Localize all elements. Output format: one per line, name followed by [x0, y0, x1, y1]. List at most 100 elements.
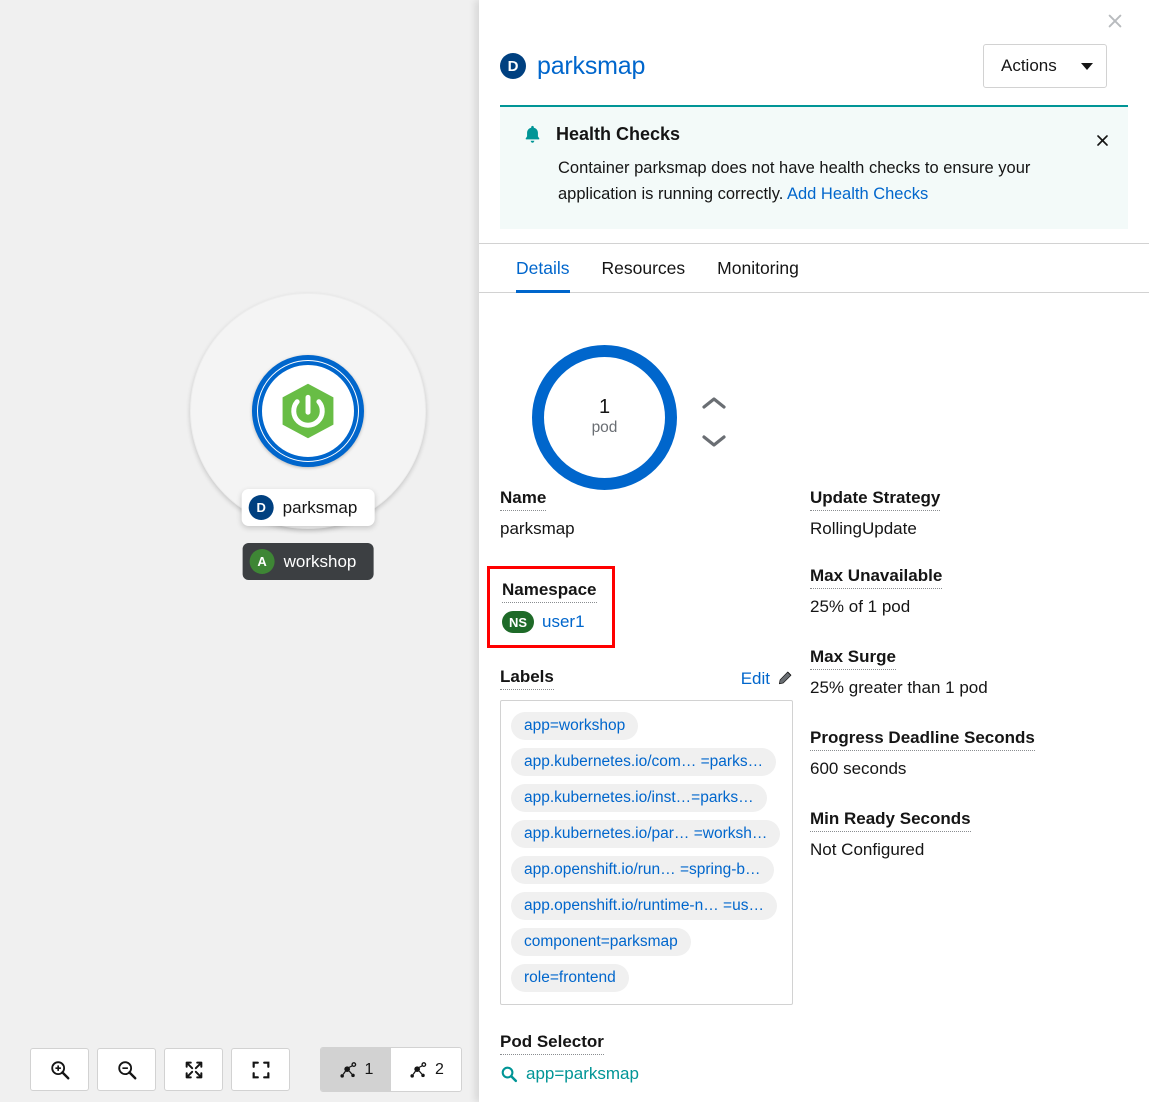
zoom-in-icon	[49, 1059, 71, 1081]
labels-header: Labels Edit	[500, 667, 793, 690]
edit-labels-label: Edit	[741, 669, 770, 689]
field-max-surge: Max Surge 25% greater than 1 pod	[810, 647, 1128, 698]
label-chip[interactable]: component=parksmap	[511, 928, 691, 956]
alert-close-button[interactable]	[1092, 130, 1112, 150]
label-chip[interactable]: app.kubernetes.io/par… =worksh…	[511, 820, 780, 848]
close-icon	[1095, 133, 1110, 148]
spring-boot-icon	[277, 380, 339, 442]
actions-button-label: Actions	[1001, 56, 1057, 76]
field-update-strategy-value: RollingUpdate	[810, 519, 1128, 539]
label-chip[interactable]: app.openshift.io/run… =spring-b…	[511, 856, 774, 884]
resource-badge-namespace: NS	[502, 611, 534, 633]
field-name: Name parksmap	[500, 488, 810, 539]
tab-resources[interactable]: Resources	[586, 244, 702, 293]
application-name: workshop	[284, 552, 357, 572]
topology-canvas[interactable]: D parksmap A workshop	[0, 0, 479, 1102]
pencil-icon	[776, 670, 793, 687]
field-name-value: parksmap	[500, 519, 810, 539]
tab-resources-label: Resources	[602, 258, 686, 279]
bell-icon	[522, 124, 543, 145]
pod-ring-chart[interactable]: 1 pod	[532, 345, 677, 490]
field-namespace-highlighted: Namespace NS user1	[487, 566, 615, 648]
details-tab-content: 1 pod Name parksmap	[479, 293, 1149, 488]
field-max-surge-value: 25% greater than 1 pod	[810, 678, 1128, 698]
field-namespace-value: NS user1	[502, 611, 598, 633]
field-min-ready-seconds-value: Not Configured	[810, 840, 1128, 860]
field-max-unavailable-label: Max Unavailable	[810, 566, 942, 589]
chevron-up-icon[interactable]	[700, 395, 728, 411]
label-chip[interactable]: app=workshop	[511, 712, 638, 740]
field-min-ready-seconds-label: Min Ready Seconds	[810, 809, 971, 832]
label-chip[interactable]: app.kubernetes.io/inst…=parks…	[511, 784, 767, 812]
zoom-in-button[interactable]	[30, 1048, 89, 1091]
add-health-checks-link[interactable]: Add Health Checks	[787, 185, 928, 203]
topology-group-count-2: 2	[435, 1061, 444, 1079]
app-root: D parksmap A workshop	[0, 0, 1149, 1102]
health-checks-alert: Health Checks Container parksmap does no…	[500, 105, 1128, 229]
topology-group-toggle-2[interactable]: 2	[391, 1048, 461, 1091]
field-progress-deadline: Progress Deadline Seconds 600 seconds	[810, 728, 1128, 779]
search-icon	[500, 1065, 518, 1083]
panel-header: D parksmap Actions	[500, 40, 1128, 92]
namespace-link[interactable]: user1	[542, 612, 585, 632]
topology-group-count-1: 1	[365, 1061, 374, 1079]
side-panel: D parksmap Actions Health Checks	[479, 0, 1149, 1102]
details-column-right: Update Strategy RollingUpdate Max Unavai…	[810, 488, 1128, 887]
page-title[interactable]: parksmap	[537, 52, 645, 81]
fit-to-screen-icon	[183, 1059, 205, 1081]
zoom-out-icon	[116, 1059, 138, 1081]
field-pod-selector: Pod Selector app=parksmap	[500, 1032, 810, 1084]
tab-details[interactable]: Details	[500, 244, 586, 293]
pod-scale-steppers[interactable]	[700, 395, 728, 449]
tab-details-label: Details	[516, 258, 570, 279]
expand-button[interactable]	[231, 1048, 290, 1091]
panel-tabs[interactable]: Details Resources Monitoring	[479, 243, 1149, 293]
alert-body: Container parksmap does not have health …	[558, 156, 1108, 207]
expand-icon	[250, 1059, 272, 1081]
field-update-strategy-label: Update Strategy	[810, 488, 940, 511]
field-max-unavailable: Max Unavailable 25% of 1 pod	[810, 566, 1128, 617]
label-chip[interactable]: role=frontend	[511, 964, 629, 992]
topology-node-parksmap[interactable]: D parksmap A workshop	[190, 293, 426, 529]
actions-button[interactable]: Actions	[983, 44, 1107, 88]
topology-group-icon	[338, 1060, 358, 1080]
node-label-parksmap: D parksmap	[242, 489, 375, 526]
field-min-ready-seconds: Min Ready Seconds Not Configured	[810, 809, 1128, 860]
field-pod-selector-label: Pod Selector	[500, 1032, 604, 1055]
topology-view-toggle[interactable]: 1 2	[320, 1047, 462, 1092]
resource-badge-deployment: D	[500, 53, 526, 79]
field-max-surge-label: Max Surge	[810, 647, 896, 670]
pod-count: 1	[599, 396, 610, 418]
field-update-strategy: Update Strategy RollingUpdate	[810, 488, 1128, 539]
panel-title-group: D parksmap	[500, 52, 645, 81]
resource-badge-deployment: D	[249, 495, 274, 520]
tab-monitoring[interactable]: Monitoring	[701, 244, 815, 293]
topology-group-toggle-1[interactable]: 1	[321, 1048, 391, 1091]
pod-unit-label: pod	[592, 418, 618, 438]
labels-list: app=workshop app.kubernetes.io/com… =par…	[500, 700, 793, 1005]
field-namespace-label: Namespace	[502, 580, 597, 603]
details-column-left: Name parksmap Namespace NS user1 Labels	[500, 488, 810, 1102]
chevron-down-icon	[1081, 63, 1093, 70]
field-labels-label: Labels	[500, 667, 554, 690]
edit-labels-button[interactable]: Edit	[741, 669, 793, 689]
pod-selector-value-row: app=parksmap	[500, 1064, 810, 1084]
node-name: parksmap	[283, 498, 358, 518]
pod-ring-section: 1 pod	[506, 318, 1149, 488]
field-progress-deadline-label: Progress Deadline Seconds	[810, 728, 1035, 751]
label-chip[interactable]: app.kubernetes.io/com… =parks…	[511, 748, 776, 776]
zoom-out-button[interactable]	[97, 1048, 156, 1091]
topology-group-icon	[408, 1060, 428, 1080]
topology-toolbar[interactable]: 1 2	[30, 1047, 462, 1092]
panel-close-button[interactable]	[1102, 8, 1128, 34]
close-icon	[1106, 12, 1124, 30]
application-group-label[interactable]: A workshop	[243, 543, 374, 580]
field-name-label: Name	[500, 488, 546, 511]
field-max-unavailable-value: 25% of 1 pod	[810, 597, 1128, 617]
label-chip[interactable]: app.openshift.io/runtime-n… =us…	[511, 892, 777, 920]
pod-selector-link[interactable]: app=parksmap	[526, 1064, 639, 1084]
chevron-down-icon[interactable]	[700, 433, 728, 449]
field-progress-deadline-value: 600 seconds	[810, 759, 1128, 779]
application-badge: A	[250, 549, 275, 574]
fit-to-screen-button[interactable]	[164, 1048, 223, 1091]
